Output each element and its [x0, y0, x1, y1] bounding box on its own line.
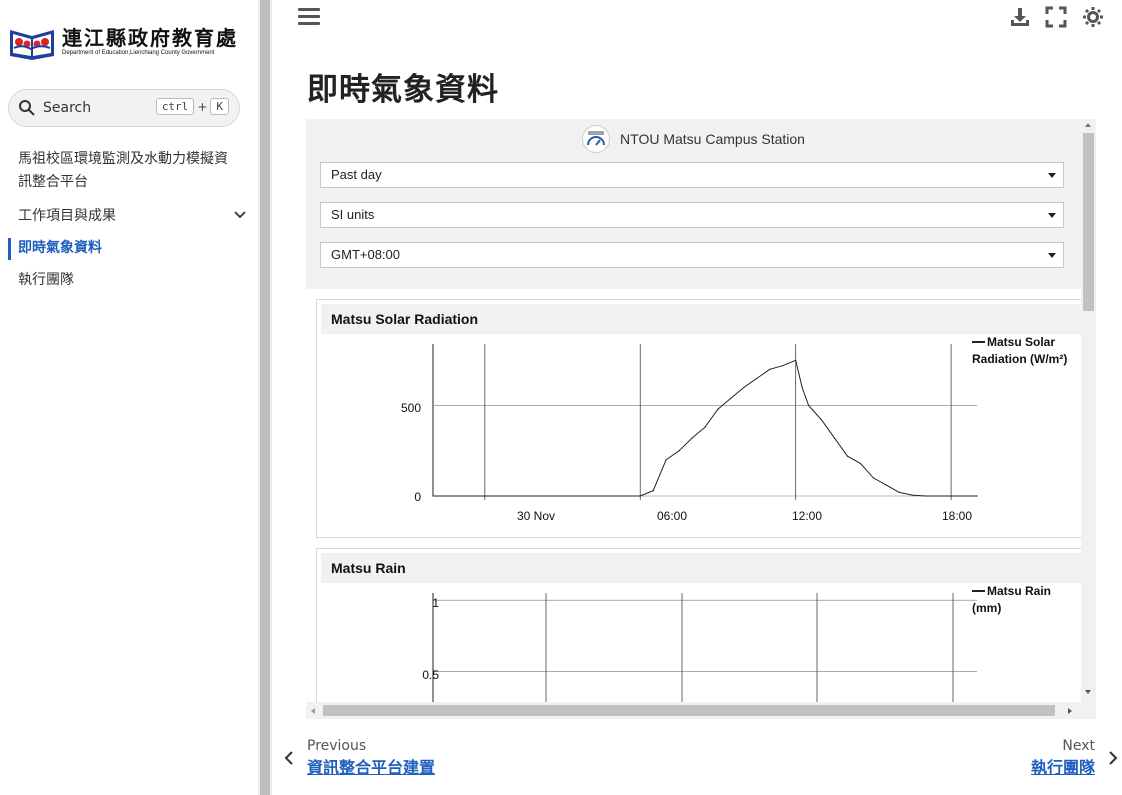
sidebar-item-platform[interactable]: 馬祖校區環境監測及水動力模擬資訊整合平台	[0, 146, 258, 200]
timezone-select[interactable]: GMT+08:00	[320, 242, 1064, 268]
chevron-right-icon[interactable]	[1108, 751, 1118, 765]
legend-label: Radiation (W/m²)	[972, 352, 1067, 366]
frame-horizontal-scrollbar[interactable]	[306, 702, 1096, 719]
shortcut-plus: +	[197, 99, 208, 114]
dropdown-caret-icon	[1048, 213, 1056, 218]
next-page-title[interactable]: 執行團隊	[1031, 755, 1095, 781]
legend-label: (mm)	[972, 601, 1001, 615]
y-tick-label: 0	[414, 490, 421, 504]
brand-title: 連江縣政府教育處	[62, 26, 238, 50]
y-tick-label: 1	[432, 596, 439, 610]
x-tick-label: 12:00	[792, 509, 822, 523]
sidebar-item-label: 執行團隊	[18, 272, 74, 288]
chevron-down-icon[interactable]	[234, 211, 246, 219]
page-title: 即時氣象資料	[307, 72, 499, 108]
station-header: NTOU Matsu Campus Station	[306, 119, 1081, 159]
frame-horizontal-scrollbar-thumb[interactable]	[323, 705, 1055, 716]
period-select-value: Past day	[331, 167, 382, 182]
solar-chart-title: Matsu Solar Radiation	[321, 304, 1081, 334]
rain-card: Matsu Rain 1 0.5 Matsu Rain (mm)	[316, 548, 1081, 702]
shortcut-key-ctrl: ctrl	[155, 98, 195, 115]
chevron-left-icon[interactable]	[284, 751, 294, 765]
shortcut-key-k: K	[210, 98, 229, 115]
solar-radiation-chart[interactable]: 500 0 30 Nov 06:00 12:00 18:00 Matsu Sol…	[317, 334, 1081, 539]
sidebar-nav: 馬祖校區環境監測及水動力模擬資訊整合平台 工作項目與成果 即時氣象資料 執行團隊	[0, 146, 258, 296]
weather-embed-frame: NTOU Matsu Campus Station Past day SI un…	[306, 119, 1096, 719]
sidebar-item-work-items[interactable]: 工作項目與成果	[0, 200, 258, 232]
previous-label: Previous	[307, 738, 367, 754]
weather-embed-content: NTOU Matsu Campus Station Past day SI un…	[306, 119, 1081, 702]
dropdown-caret-icon	[1048, 253, 1056, 258]
sidebar-item-team[interactable]: 執行團隊	[0, 264, 258, 296]
period-select[interactable]: Past day	[320, 162, 1064, 188]
x-tick-label: 18:00	[942, 509, 972, 523]
y-tick-label: 0.5	[422, 668, 439, 682]
legend-label: Matsu Solar	[987, 335, 1055, 349]
rain-chart[interactable]: 1 0.5 Matsu Rain (mm)	[317, 583, 1081, 702]
x-tick-label: 06:00	[657, 509, 687, 523]
scroll-left-arrow-icon[interactable]	[311, 708, 315, 714]
previous-page-title[interactable]: 資訊整合平台建置	[307, 755, 435, 781]
frame-vertical-scrollbar-thumb[interactable]	[1083, 133, 1094, 311]
education-department-logo-icon	[10, 30, 54, 60]
frame-vertical-scrollbar[interactable]	[1081, 119, 1096, 702]
sidebar-item-label: 工作項目與成果	[18, 208, 116, 224]
solar-radiation-card: Matsu Solar Radiation 500 0 30 Nov 06:00…	[316, 299, 1081, 538]
station-controls: NTOU Matsu Campus Station Past day SI un…	[306, 119, 1081, 289]
hamburger-icon-bar	[298, 8, 320, 11]
sidebar-scrollbar-thumb[interactable]	[260, 0, 270, 795]
scroll-right-arrow-icon[interactable]	[1068, 708, 1072, 714]
hamburger-icon-bar	[298, 22, 320, 25]
sidebar: 連江縣政府教育處 Department of Education,Lienchi…	[0, 0, 258, 795]
sidebar-item-label: 即時氣象資料	[18, 240, 102, 256]
hamburger-icon-bar	[298, 15, 320, 18]
search-label: Search	[43, 100, 92, 116]
search-icon	[19, 100, 35, 116]
scroll-down-arrow-icon[interactable]	[1085, 690, 1091, 694]
search-button[interactable]: Search ctrl + K	[8, 89, 240, 127]
next-label: Next	[1062, 738, 1095, 754]
scroll-up-arrow-icon[interactable]	[1085, 123, 1091, 127]
y-tick-label: 500	[401, 401, 421, 415]
brand-logo[interactable]: 連江縣政府教育處 Department of Education,Lienchi…	[8, 24, 238, 60]
units-select[interactable]: SI units	[320, 202, 1064, 228]
sidebar-item-weather[interactable]: 即時氣象資料	[0, 232, 258, 264]
units-select-value: SI units	[331, 207, 375, 222]
solar-series-line	[433, 359, 977, 497]
previous-page-link[interactable]: Previous 資訊整合平台建置	[307, 737, 435, 781]
timezone-select-value: GMT+08:00	[331, 247, 401, 262]
download-icon[interactable]	[1009, 6, 1031, 28]
theme-toggle-icon[interactable]	[1082, 6, 1104, 28]
next-page-link[interactable]: Next 執行團隊	[1031, 737, 1095, 781]
station-name: NTOU Matsu Campus Station	[620, 131, 805, 147]
fullscreen-icon[interactable]	[1045, 6, 1067, 28]
rain-chart-title: Matsu Rain	[321, 553, 1081, 583]
dropdown-caret-icon	[1048, 173, 1056, 178]
x-tick-label: 30 Nov	[517, 509, 555, 523]
station-gauge-icon	[582, 125, 611, 153]
sidebar-item-label: 馬祖校區環境監測及水動力模擬資訊整合平台	[18, 151, 228, 190]
search-shortcut: ctrl + K	[155, 98, 229, 115]
legend-label: Matsu Rain	[987, 584, 1051, 598]
menu-toggle-button[interactable]	[298, 8, 320, 28]
brand-subtitle: Department of Education,Lienchiang Count…	[62, 50, 215, 56]
